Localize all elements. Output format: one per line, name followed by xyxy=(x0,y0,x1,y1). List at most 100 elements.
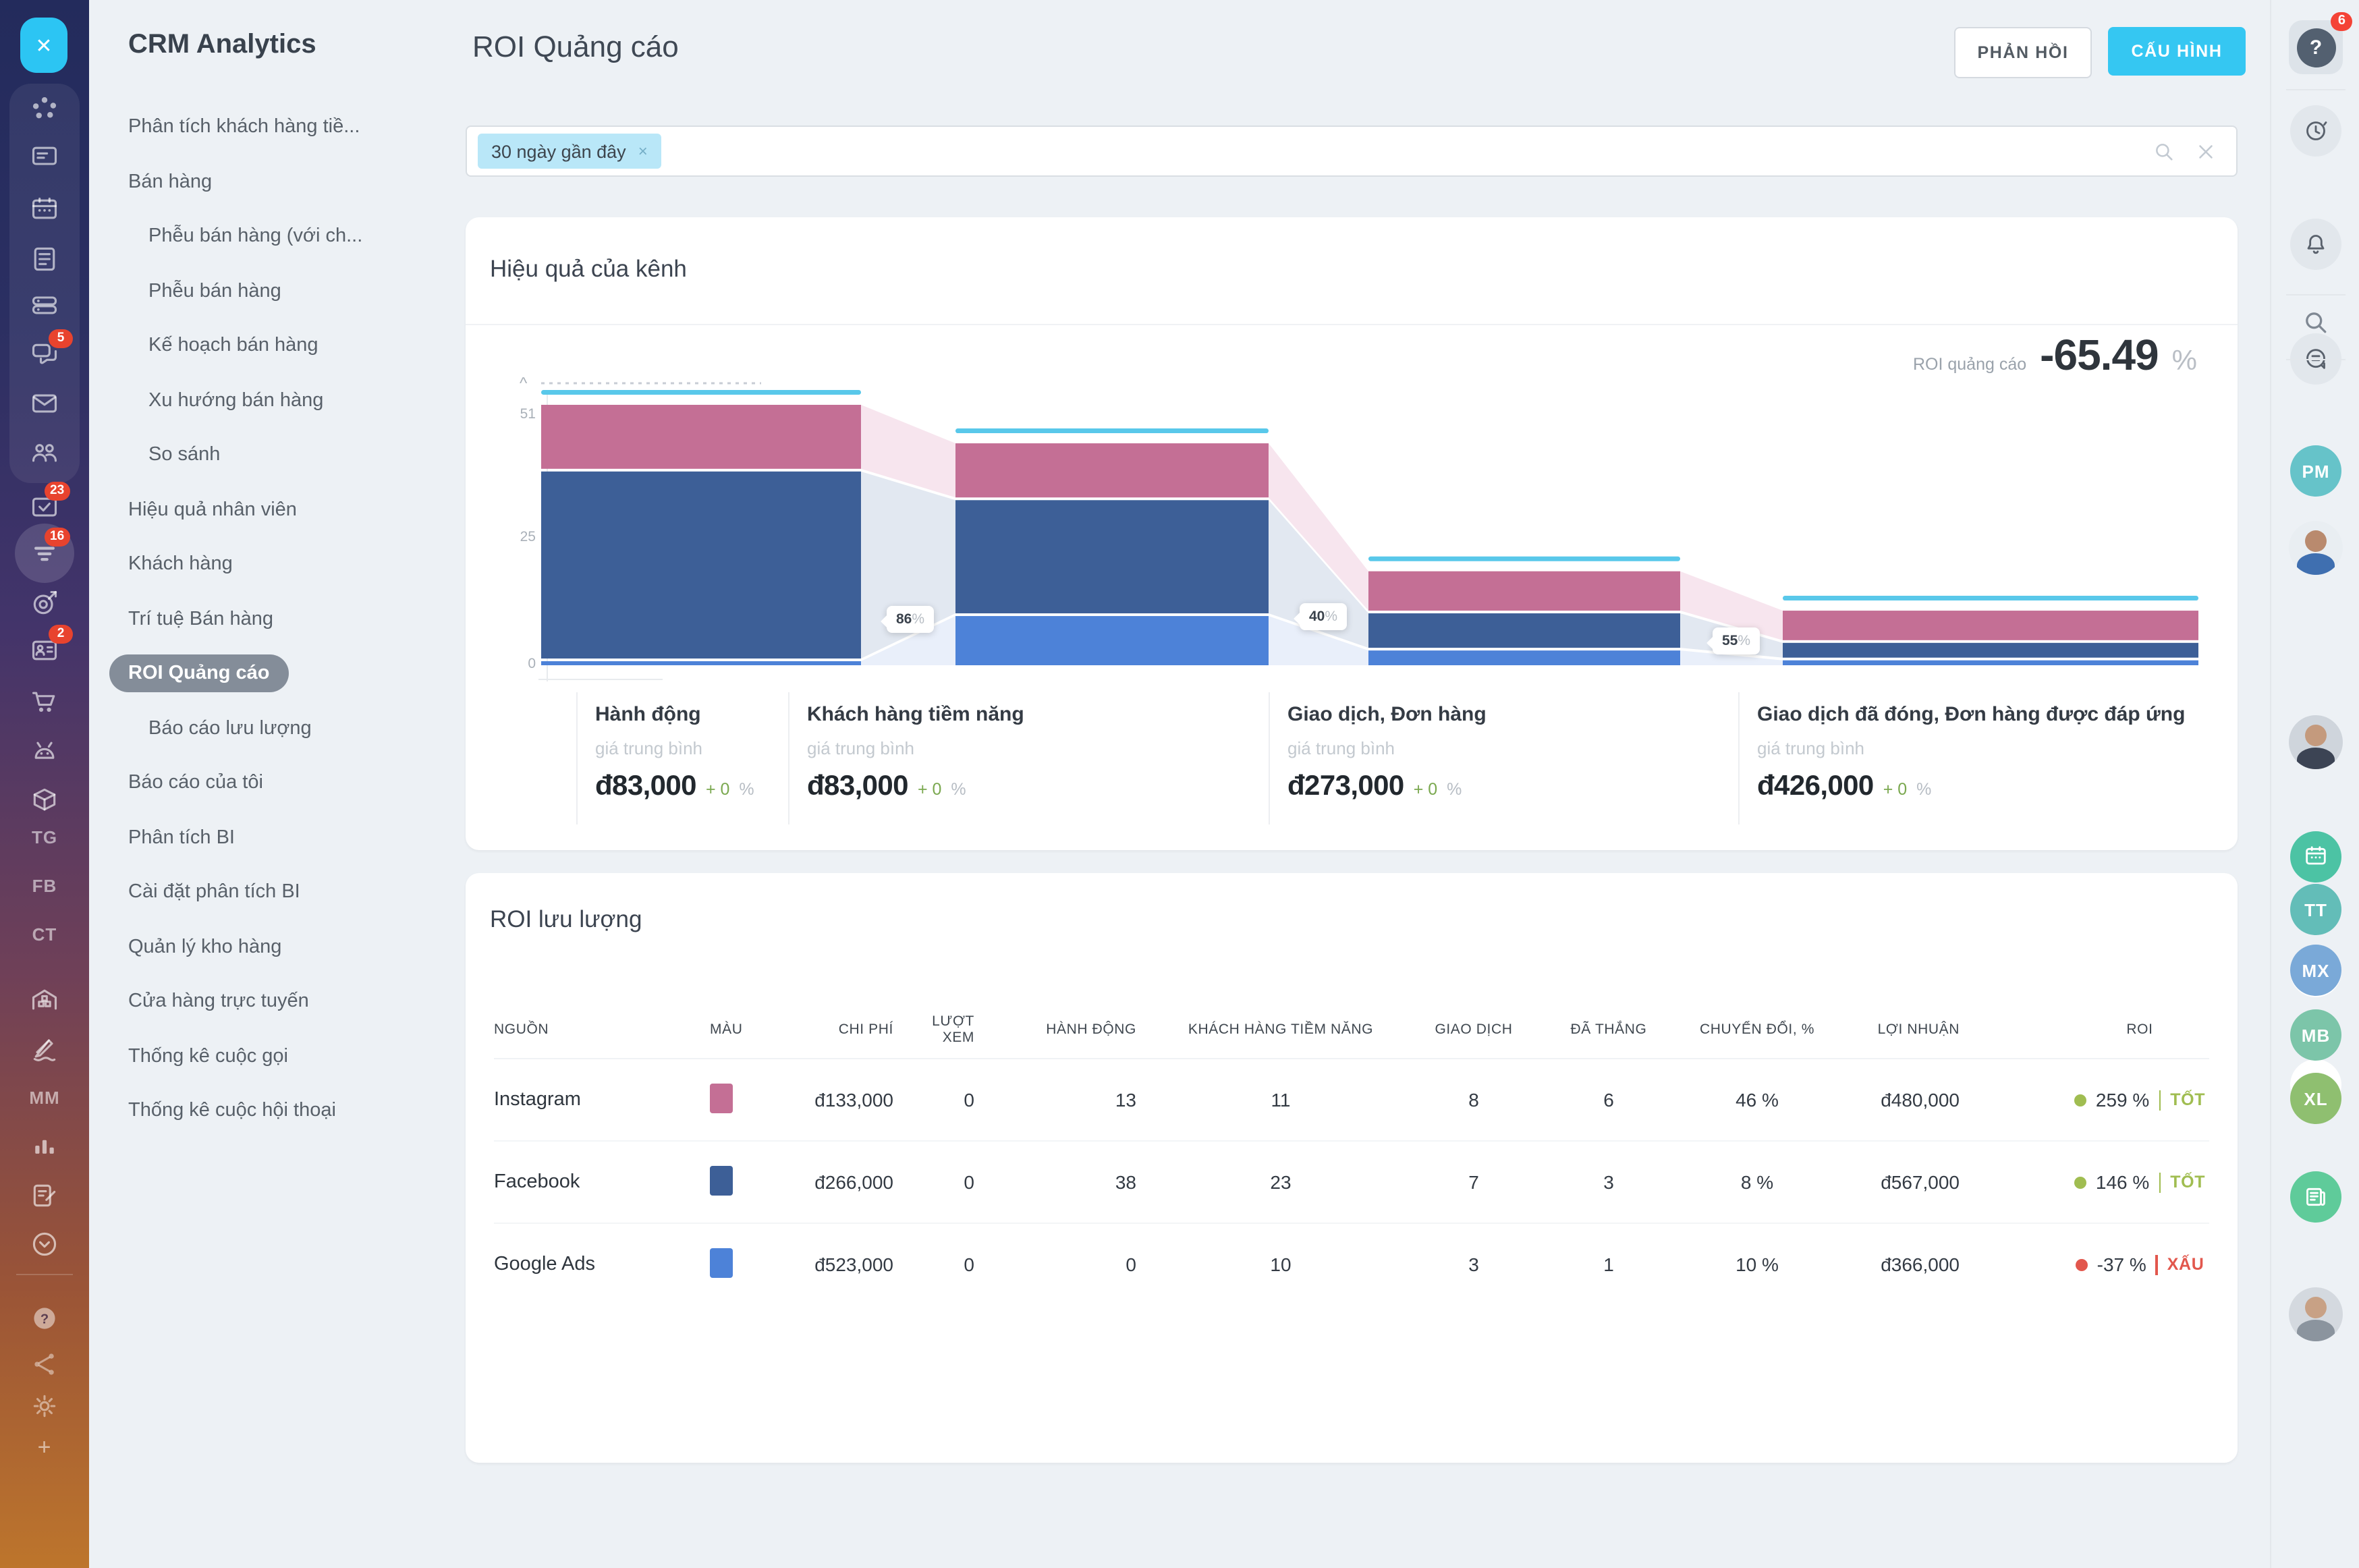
clear-filter-icon[interactable] xyxy=(2194,140,2217,163)
sidebar-title: CRM Analytics xyxy=(128,30,316,61)
document-icon[interactable] xyxy=(30,244,59,274)
avatar-initials-tt[interactable]: TT xyxy=(2290,884,2341,935)
roi-label: ROI quảng cáo xyxy=(1913,355,2026,374)
android-icon[interactable] xyxy=(30,737,59,766)
avatar[interactable] xyxy=(2289,1287,2343,1341)
news-bot-avatar[interactable] xyxy=(2290,1171,2341,1223)
shortcut-mm[interactable]: MM xyxy=(0,1088,89,1108)
avatar[interactable] xyxy=(2289,521,2343,575)
box-icon[interactable] xyxy=(30,785,59,815)
close-menu-button[interactable]: ✕ xyxy=(20,18,67,73)
roi-unit: % xyxy=(2172,345,2197,378)
roi-value: -65.49 xyxy=(2040,331,2158,381)
avatar-initials-mx[interactable]: MX xyxy=(2290,945,2341,996)
sidebar-item-sales-plan[interactable]: Kế hoạch bán hàng xyxy=(89,318,445,373)
filter-chip-date-range[interactable]: 30 ngày gần đây × xyxy=(478,134,661,169)
sidebar-item-online-store[interactable]: Cửa hàng trực tuyến xyxy=(89,974,445,1029)
help-icon[interactable]: ? xyxy=(30,1304,59,1333)
status-badge: TỐT xyxy=(2170,1173,2205,1192)
circle-chevron-icon[interactable] xyxy=(30,1229,59,1259)
notifications-button[interactable] xyxy=(2290,219,2341,270)
sidebar-item-bi-analytics[interactable]: Phân tích BI xyxy=(89,810,445,865)
conversion-badge-3: 55% xyxy=(1713,627,1760,654)
drive-icon[interactable] xyxy=(30,290,59,320)
barchart-icon[interactable] xyxy=(30,1131,59,1160)
help-button[interactable]: ? 6 xyxy=(2289,20,2343,74)
conversion-badge-2: 40% xyxy=(1300,603,1347,630)
right-toolbar: ? 6 PM T xyxy=(2270,0,2359,1568)
sidebar-item-lead-analytics[interactable]: Phân tích khách hàng tiề... xyxy=(89,100,445,155)
stage-divider xyxy=(1269,692,1270,824)
status-dot xyxy=(2074,1094,2086,1106)
report-edit-icon[interactable] xyxy=(30,1181,59,1210)
sidebar-item-sales-intelligence[interactable]: Trí tuệ Bán hàng xyxy=(89,592,445,646)
help-badge: 6 xyxy=(2331,12,2352,31)
filter-actions xyxy=(2153,140,2236,163)
table-row-google-ads[interactable]: Google Ads đ523,000 0 0 10 3 1 10 % đ366… xyxy=(494,1224,2209,1305)
sidebar-item-sales-trend[interactable]: Xu hướng bán hàng xyxy=(89,373,445,428)
table-row-instagram[interactable]: Instagram đ133,000 0 13 11 8 6 46 % đ480… xyxy=(494,1059,2209,1142)
sidebar-item-traffic-report[interactable]: Báo cáo lưu lượng xyxy=(89,701,445,756)
newspaper-icon xyxy=(2302,1183,2329,1210)
table-header-row: NGUỒN MÀU CHI PHÍ LƯỢT XEM HÀNH ĐỘNG KHÁ… xyxy=(494,1001,2209,1059)
sidebar-item-compare[interactable]: So sánh xyxy=(89,428,445,482)
sidebar-item-sales[interactable]: Bán hàng xyxy=(89,155,445,209)
rail-divider xyxy=(16,1274,73,1275)
configure-button[interactable]: CẤU HÌNH xyxy=(2108,27,2246,76)
stage-leads: Khách hàng tiềm nănggiá trung bình đ83,0… xyxy=(807,703,1024,803)
traffic-roi-card: ROI lưu lượng NGUỒN MÀU CHI PHÍ LƯỢT XEM… xyxy=(466,873,2238,1463)
time-management-button[interactable] xyxy=(2290,105,2341,157)
traffic-table: NGUỒN MÀU CHI PHÍ LƯỢT XEM HÀNH ĐỘNG KHÁ… xyxy=(466,1001,2238,1305)
sidebar-item-ad-roi-selected[interactable]: ROI Quảng cáo xyxy=(89,646,445,701)
sidebar-item-sales-funnel[interactable]: Phễu bán hàng xyxy=(89,264,445,318)
sidebar-item-chat-stats[interactable]: Thống kê cuộc hội thoại xyxy=(89,1084,445,1138)
calendar-icon[interactable] xyxy=(30,194,59,224)
contacts-badge: 2 xyxy=(49,625,73,643)
rail-divider xyxy=(2286,294,2346,296)
sidebar-item-customers[interactable]: Khách hàng xyxy=(89,537,445,592)
sidebar-item-sales-funnel-conv[interactable]: Phễu bán hàng (với ch... xyxy=(89,209,445,264)
avatar-initials-xl[interactable]: XL xyxy=(2290,1073,2341,1124)
roi-summary: ROI quảng cáo -65.49 % xyxy=(1913,331,2197,381)
funnel-bars[interactable] xyxy=(490,379,2213,696)
signature-icon[interactable] xyxy=(30,1034,59,1063)
tasks-badge: 23 xyxy=(45,482,70,500)
chat-badge: 5 xyxy=(49,329,73,347)
people-icon[interactable] xyxy=(30,437,59,467)
funnel-chart: ^ 51 25 0 86% 40% 55% xyxy=(490,379,2213,696)
chip-close-icon[interactable]: × xyxy=(638,142,648,161)
avatar-initials-mb[interactable]: MB xyxy=(2290,1009,2341,1061)
shortcut-tg[interactable]: TG xyxy=(0,827,89,847)
filter-bar[interactable]: 30 ngày gần đây × xyxy=(466,125,2238,177)
roi-cell: 146 % TỐT xyxy=(2014,1171,2266,1193)
avatar[interactable] xyxy=(2289,715,2343,769)
avatar-initials-pm[interactable]: PM xyxy=(2290,445,2341,497)
shortcut-ct[interactable]: CT xyxy=(0,924,89,945)
sidebar-item-bi-settings[interactable]: Cài đặt phân tích BI xyxy=(89,865,445,920)
add-icon[interactable]: + xyxy=(0,1434,89,1461)
table-row-facebook[interactable]: Facebook đ266,000 0 38 23 7 3 8 % đ567,0… xyxy=(494,1142,2209,1224)
search-icon[interactable] xyxy=(2153,140,2175,163)
feedback-button[interactable]: PHẢN HỒI xyxy=(1954,27,2092,78)
sidebar-item-inventory[interactable]: Quản lý kho hàng xyxy=(89,920,445,974)
sidebar: CRM Analytics Phân tích khách hàng tiề..… xyxy=(89,0,445,1568)
sidebar-item-call-stats[interactable]: Thống kê cuộc gọi xyxy=(89,1029,445,1084)
shortcut-fb[interactable]: FB xyxy=(0,876,89,896)
page-title: ROI Quảng cáo xyxy=(472,30,679,65)
sidebar-item-my-reports[interactable]: Báo cáo của tôi xyxy=(89,756,445,810)
mail-icon[interactable] xyxy=(30,389,59,418)
crm-card-icon[interactable] xyxy=(30,142,59,171)
roi-cell: -37 % XẤU xyxy=(2014,1254,2266,1275)
rail-divider xyxy=(2286,359,2346,360)
conversion-badge-1: 86% xyxy=(887,606,934,633)
search-button[interactable] xyxy=(2301,308,2331,344)
target-icon[interactable] xyxy=(30,588,59,618)
cart-icon[interactable] xyxy=(30,687,59,717)
calendar-chat-button[interactable] xyxy=(2290,831,2341,883)
share-icon[interactable] xyxy=(30,1349,59,1379)
pulse-icon[interactable] xyxy=(30,94,59,124)
gear-icon[interactable] xyxy=(30,1391,59,1421)
status-badge: TỐT xyxy=(2170,1090,2205,1109)
warehouse-icon[interactable] xyxy=(30,985,59,1015)
sidebar-item-employee-performance[interactable]: Hiệu quả nhân viên xyxy=(89,482,445,537)
